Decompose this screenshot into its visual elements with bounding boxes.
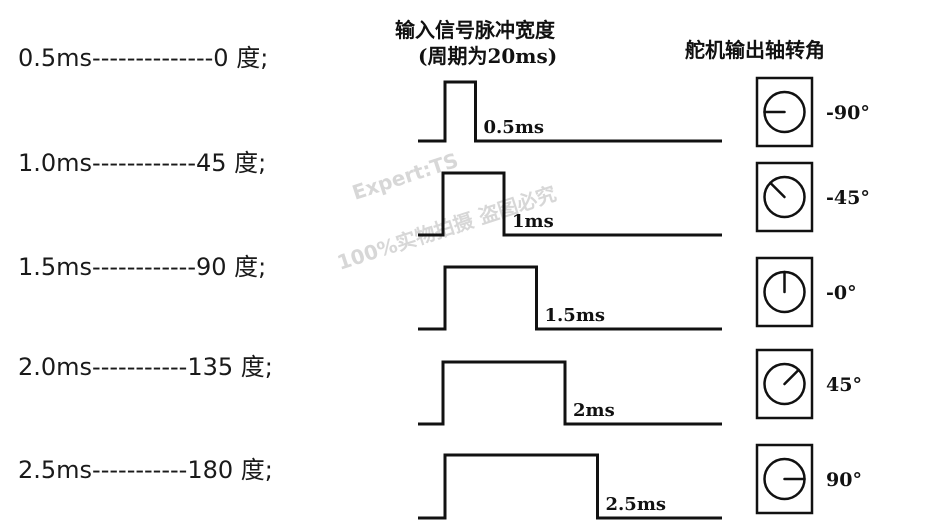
pulse-label-0: 0.5ms [484,117,545,138]
servo-angle-label-4: 90° [826,469,862,491]
servo-angle-label-3: 45° [826,374,862,396]
pulse-label-3: 2ms [573,400,615,421]
pulse-waveform-3 [418,360,722,426]
pulse-label-4: 2.5ms [606,494,667,515]
waveform-and-dial-canvas: Expert:TS 100%实物拍摄 盗图必究 0.5ms1ms1.5ms2ms… [334,76,870,520]
pulse-label-2: 1.5ms [545,305,606,326]
pulse-label-1: 1ms [512,211,554,232]
servo-pwm-diagram: 0.5ms--------------0 度; 1.0ms-----------… [0,0,931,529]
servo-angle-label-1: -45° [826,187,870,209]
pulse-waveform-4 [418,453,722,520]
pulse-waveform-0 [418,80,722,143]
servo-angle-label-0: -90° [826,102,870,124]
servo-angle-label-2: -0° [826,282,857,304]
